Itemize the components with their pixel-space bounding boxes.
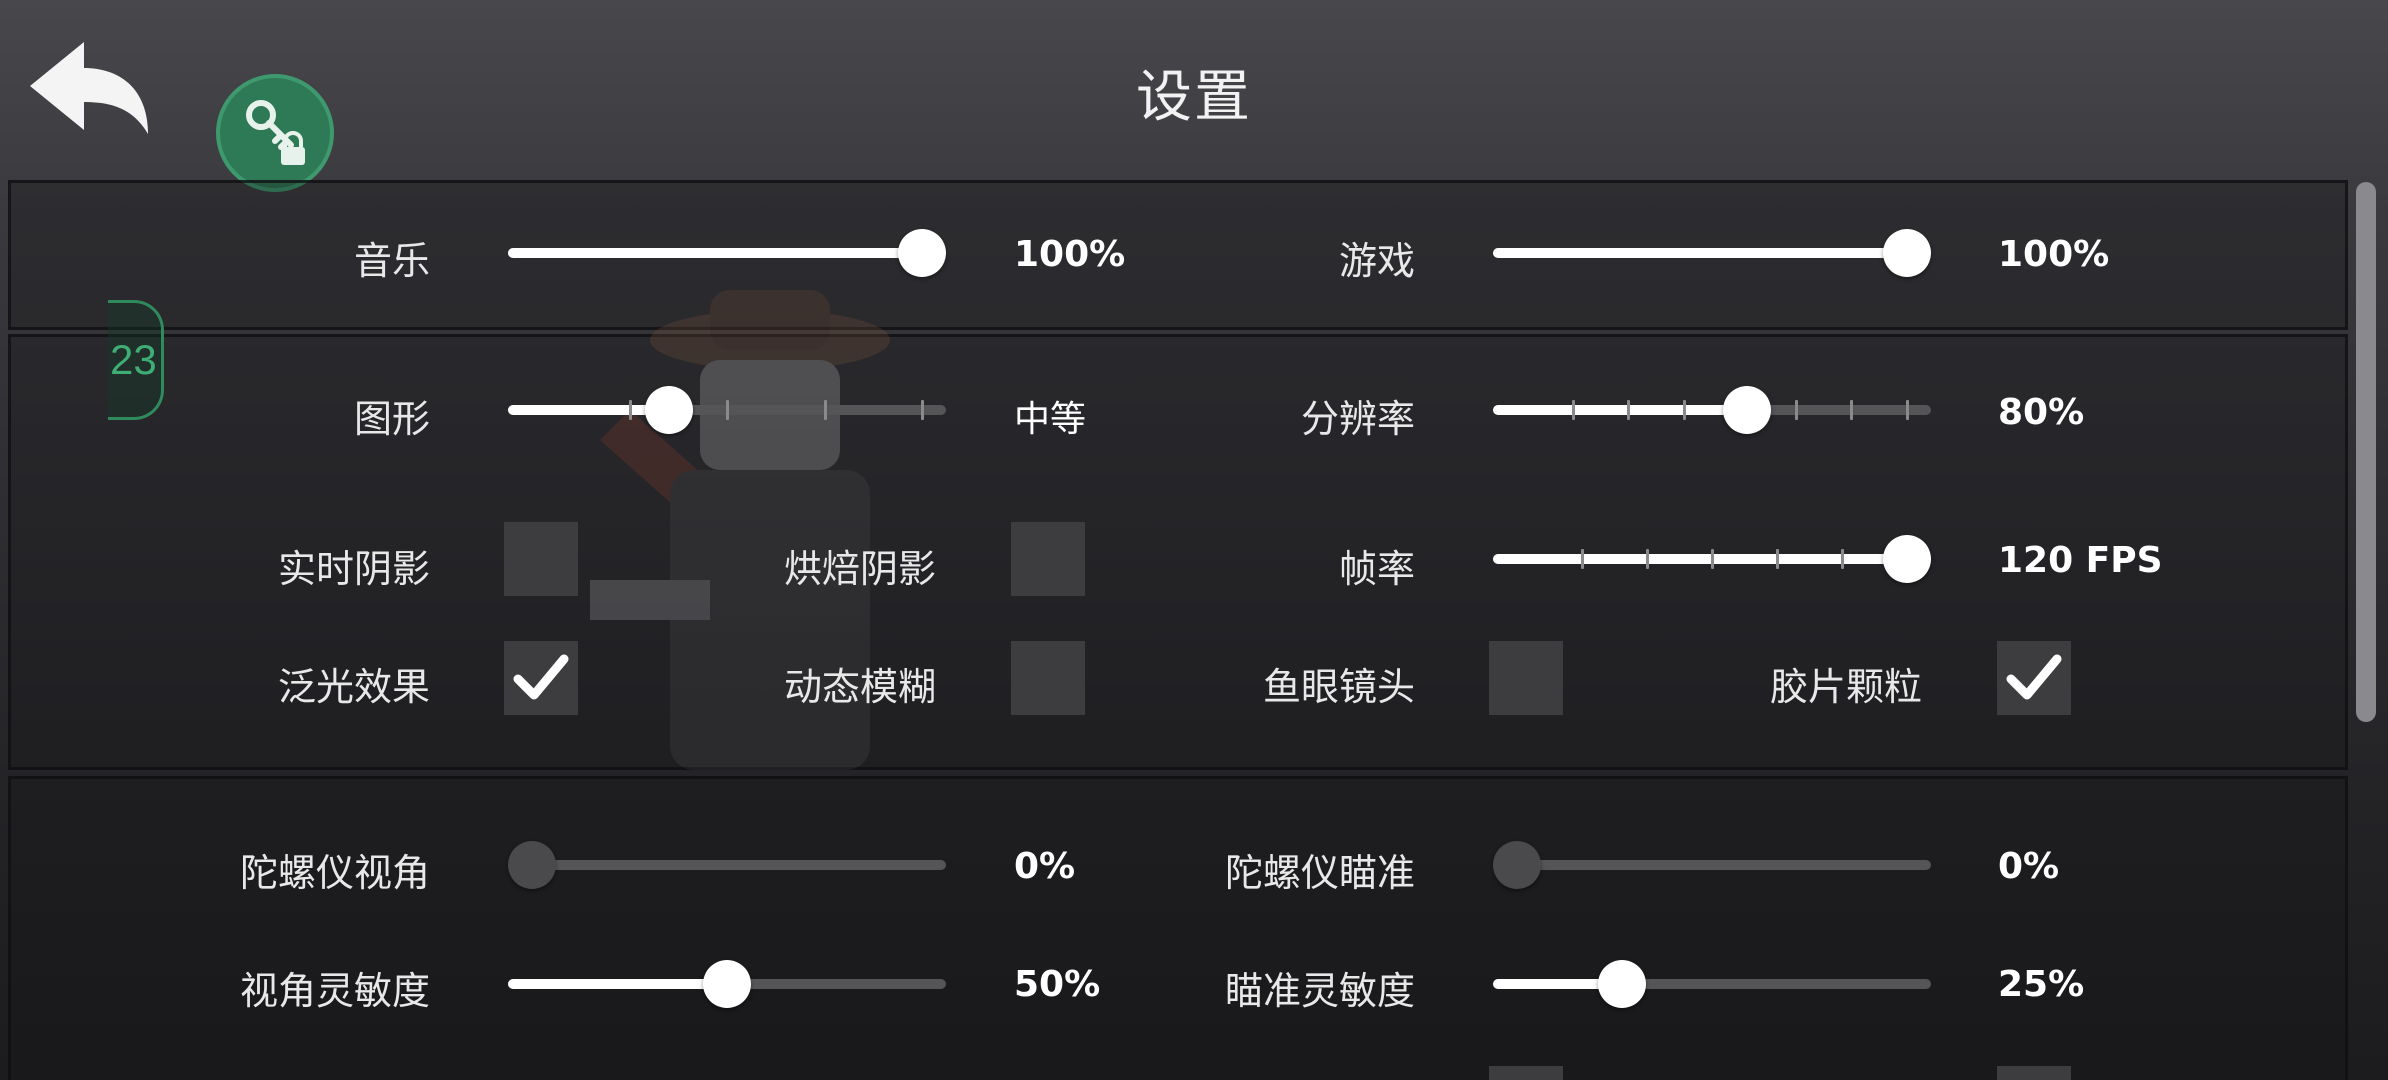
film-grain-label: 胶片颗粒 bbox=[1769, 665, 1922, 709]
slider-thumb[interactable] bbox=[703, 960, 751, 1008]
music-slider[interactable] bbox=[508, 229, 946, 277]
realtime-shadows-checkbox[interactable] bbox=[504, 522, 578, 596]
slider-tick bbox=[1646, 549, 1649, 569]
fisheye-label: 鱼眼镜头 bbox=[1262, 665, 1415, 709]
graphics-quality-label: 图形 bbox=[353, 397, 430, 441]
music-label: 音乐 bbox=[353, 239, 430, 283]
baked-shadows-label: 烘焙阴影 bbox=[783, 547, 936, 591]
slider-tick bbox=[1581, 549, 1584, 569]
gyro-view-value: 0% bbox=[1014, 846, 1076, 887]
gyro-view-label: 陀螺仪视角 bbox=[239, 851, 430, 895]
graphics-quality-slider[interactable] bbox=[508, 386, 946, 434]
resolution-slider[interactable] bbox=[1493, 386, 1931, 434]
slider-tick bbox=[1794, 400, 1798, 420]
aim-sensitivity-slider[interactable] bbox=[1493, 960, 1931, 1008]
slider-thumb[interactable] bbox=[644, 386, 693, 434]
settings-scrollbar[interactable] bbox=[2356, 182, 2376, 722]
framerate-slider[interactable] bbox=[1493, 535, 1931, 583]
slider-fill bbox=[1493, 405, 1752, 415]
slider-tick bbox=[1906, 400, 1909, 420]
slider-tick bbox=[1841, 549, 1844, 569]
view-sensitivity-value: 50% bbox=[1014, 964, 1101, 1005]
slider-tick bbox=[628, 400, 632, 420]
slider-fill bbox=[508, 248, 946, 258]
slider-track bbox=[1493, 860, 1931, 870]
game-label: 游戏 bbox=[1338, 239, 1415, 283]
gyro-aim-label: 陀螺仪瞄准 bbox=[1224, 851, 1415, 895]
checkmark-icon bbox=[513, 654, 569, 700]
motion-blur-checkbox[interactable] bbox=[1011, 641, 1085, 715]
graphics-quality-value: 中等 bbox=[1014, 399, 1087, 440]
view-sensitivity-slider[interactable] bbox=[508, 960, 946, 1008]
slider-fill bbox=[508, 405, 662, 415]
game-value: 100% bbox=[1998, 234, 2110, 275]
aim-sensitivity-value: 25% bbox=[1998, 964, 2085, 1005]
view-sensitivity-label: 视角灵敏度 bbox=[239, 969, 430, 1013]
slider-tick bbox=[921, 400, 924, 420]
slider-tick bbox=[1776, 549, 1779, 569]
music-value: 100% bbox=[1014, 234, 1126, 275]
slider-tick bbox=[1683, 400, 1687, 420]
slider-thumb[interactable] bbox=[898, 229, 946, 277]
side-badge[interactable]: 23 bbox=[108, 300, 164, 420]
slider-tick bbox=[1571, 400, 1575, 420]
header-bar: 设置 bbox=[0, 0, 2388, 192]
motion-blur-label: 动态模糊 bbox=[783, 665, 936, 709]
slider-tick bbox=[1711, 549, 1714, 569]
slider-track bbox=[508, 860, 946, 870]
film-grain-checkbox[interactable] bbox=[1997, 641, 2071, 715]
game-slider[interactable] bbox=[1493, 229, 1931, 277]
gyro-aim-slider[interactable] bbox=[1493, 841, 1931, 889]
framerate-label: 帧率 bbox=[1338, 547, 1415, 591]
gyro-view-slider[interactable] bbox=[508, 841, 946, 889]
slider-tick bbox=[823, 400, 827, 420]
slider-thumb[interactable] bbox=[1493, 841, 1541, 889]
slider-fill bbox=[508, 979, 727, 989]
baked-shadows-checkbox[interactable] bbox=[1011, 522, 1085, 596]
slider-tick bbox=[1850, 400, 1854, 420]
slider-tick bbox=[726, 400, 729, 420]
resolution-label: 分辨率 bbox=[1300, 397, 1415, 441]
gyro-aim-value: 0% bbox=[1998, 846, 2060, 887]
aim-sensitivity-label: 瞄准灵敏度 bbox=[1224, 969, 1415, 1013]
fisheye-checkbox[interactable] bbox=[1489, 641, 1563, 715]
slider-thumb[interactable] bbox=[508, 841, 556, 889]
slider-thumb[interactable] bbox=[1598, 960, 1647, 1008]
partial-checkbox[interactable] bbox=[1489, 1066, 1563, 1080]
slider-thumb[interactable] bbox=[1723, 386, 1772, 434]
slider-thumb[interactable] bbox=[1883, 535, 1931, 583]
slider-tick bbox=[1627, 400, 1631, 420]
slider-thumb[interactable] bbox=[1883, 229, 1931, 277]
slider-fill bbox=[1493, 979, 1612, 989]
bloom-checkbox[interactable] bbox=[504, 641, 578, 715]
framerate-value: 120 FPS bbox=[1998, 540, 2163, 581]
page-title: 设置 bbox=[1136, 65, 1252, 130]
slider-fill bbox=[1493, 248, 1931, 258]
controls-panel bbox=[8, 776, 2348, 1080]
realtime-shadows-label: 实时阴影 bbox=[277, 547, 430, 591]
resolution-value: 80% bbox=[1998, 392, 2085, 433]
partial-checkbox[interactable] bbox=[1997, 1066, 2071, 1080]
bloom-label: 泛光效果 bbox=[277, 665, 430, 709]
checkmark-icon bbox=[2006, 654, 2062, 700]
